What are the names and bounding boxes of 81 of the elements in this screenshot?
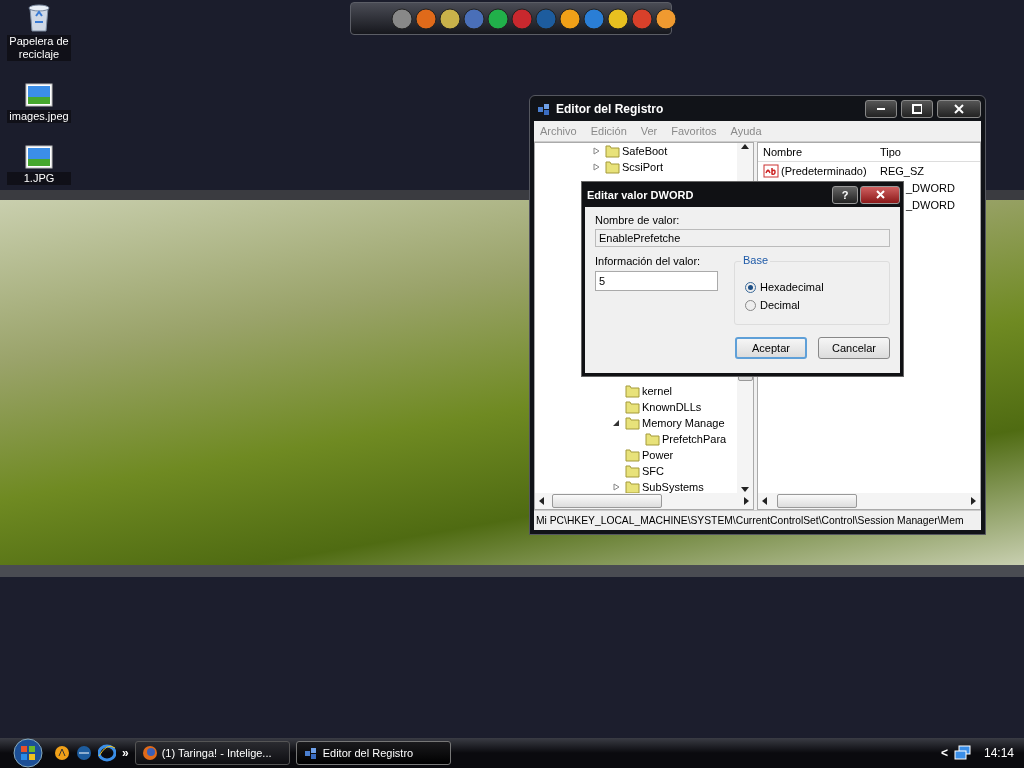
folder-icon [624,383,640,399]
value-type: _DWORD [906,198,955,211]
app-launcher-icon[interactable] [607,7,629,30]
registry-editor-icon [302,745,319,761]
tree-item[interactable]: SafeBoot [622,145,668,157]
scrollbar-thumb[interactable] [777,494,857,508]
tree-item[interactable]: ScsiPort [622,161,663,173]
scroll-down-arrow-icon[interactable] [741,487,749,493]
folder-icon [624,399,640,415]
icon-label[interactable]: 1.JPG [7,172,71,185]
app-launcher-icon[interactable] [487,7,509,30]
group-label: Base [741,254,771,266]
maximize-icon [912,103,922,114]
clock: 14:14 [983,746,1014,760]
close-icon [954,103,964,114]
taskbar-button[interactable]: Editor del Registro [295,741,451,765]
app-launcher-icon[interactable] [415,7,437,30]
icon-label[interactable]: Papelera de reciclaje [7,35,71,61]
expand-arrow-icon[interactable] [592,163,600,171]
folder-icon [624,447,640,463]
scroll-up-arrow-icon[interactable] [741,143,749,149]
close-button[interactable] [860,185,900,204]
tree-item[interactable]: KnownDLLs [642,401,702,413]
field-label: Información del valor: [595,255,702,267]
app-launcher-icon[interactable] [583,7,605,30]
value-type: _DWORD [906,181,955,194]
tray-expand-button[interactable]: < [940,746,948,760]
app-launcher-icon[interactable] [439,7,461,30]
string-value-icon [763,163,779,178]
folder-icon [604,159,620,175]
radio-button[interactable]: Hexadecimal [745,281,889,293]
tree-item[interactable]: PrefetchPara [662,433,727,445]
minimize-button[interactable] [865,99,897,118]
collapse-arrow-icon[interactable] [612,419,620,427]
dialog-button[interactable]: Cancelar [818,337,890,359]
close-button[interactable] [937,99,981,118]
icon-label[interactable]: images.jpeg [7,110,71,123]
dialog-button[interactable]: Aceptar [735,337,807,359]
window-title: Editor del Registro [556,101,664,116]
expand-arrow-icon[interactable] [612,483,620,491]
app-launcher-icon[interactable] [655,7,677,30]
dialog-title: Editar valor DWORD [587,188,694,201]
field-label: Nombre de valor: [595,214,681,226]
radio-button[interactable]: Decimal [745,299,889,311]
expand-arrow-icon[interactable] [592,147,600,155]
app-launcher-icon[interactable] [559,7,581,30]
recycle-bin-icon[interactable] [26,2,52,32]
column-header[interactable]: Nombre [758,143,875,161]
folder-icon [624,463,640,479]
maximize-button[interactable] [901,99,933,118]
network-icon[interactable] [953,745,972,761]
image-file-icon[interactable] [25,83,53,107]
folder-icon [624,415,640,431]
scroll-right-arrow-icon[interactable] [971,497,977,505]
app-launcher-icon[interactable] [391,7,413,30]
value-name-field[interactable]: EnablePrefetche [595,229,890,247]
value-type: REG_SZ [880,164,924,177]
value-name[interactable]: (Predeterminado) [781,164,867,177]
help-button[interactable]: ? [832,185,858,204]
tree-item[interactable]: Memory Manage [642,417,725,429]
column-header[interactable]: Tipo [875,143,901,161]
tree-item[interactable]: SubSystems [642,481,704,493]
browser-icon[interactable] [98,744,116,762]
scrollbar-thumb[interactable] [552,494,662,508]
value-data-field[interactable]: 5 [595,271,718,291]
quick-launch-icon[interactable] [54,745,70,761]
scroll-right-arrow-icon[interactable] [744,497,750,505]
tree-item[interactable]: SFC [642,465,664,477]
quick-launch-icon[interactable] [76,745,92,761]
show-more-button[interactable]: » [122,746,129,760]
status-bar-path: Mi PC\HKEY_LOCAL_MACHINE\SYSTEM\CurrentControlSet\Control\Session Manager\Mem [536,515,964,526]
scroll-left-arrow-icon[interactable] [538,497,544,505]
image-file-icon[interactable] [25,145,53,169]
scroll-left-arrow-icon[interactable] [761,497,767,505]
taskbar-button[interactable]: (1) Taringa! - Intelige... [134,741,290,765]
close-icon [875,190,885,199]
minimize-icon [877,107,885,110]
folder-icon [644,431,660,447]
tree-item[interactable]: kernel [642,385,672,397]
browser-icon [141,745,158,761]
tree-item[interactable]: Power [642,449,674,461]
